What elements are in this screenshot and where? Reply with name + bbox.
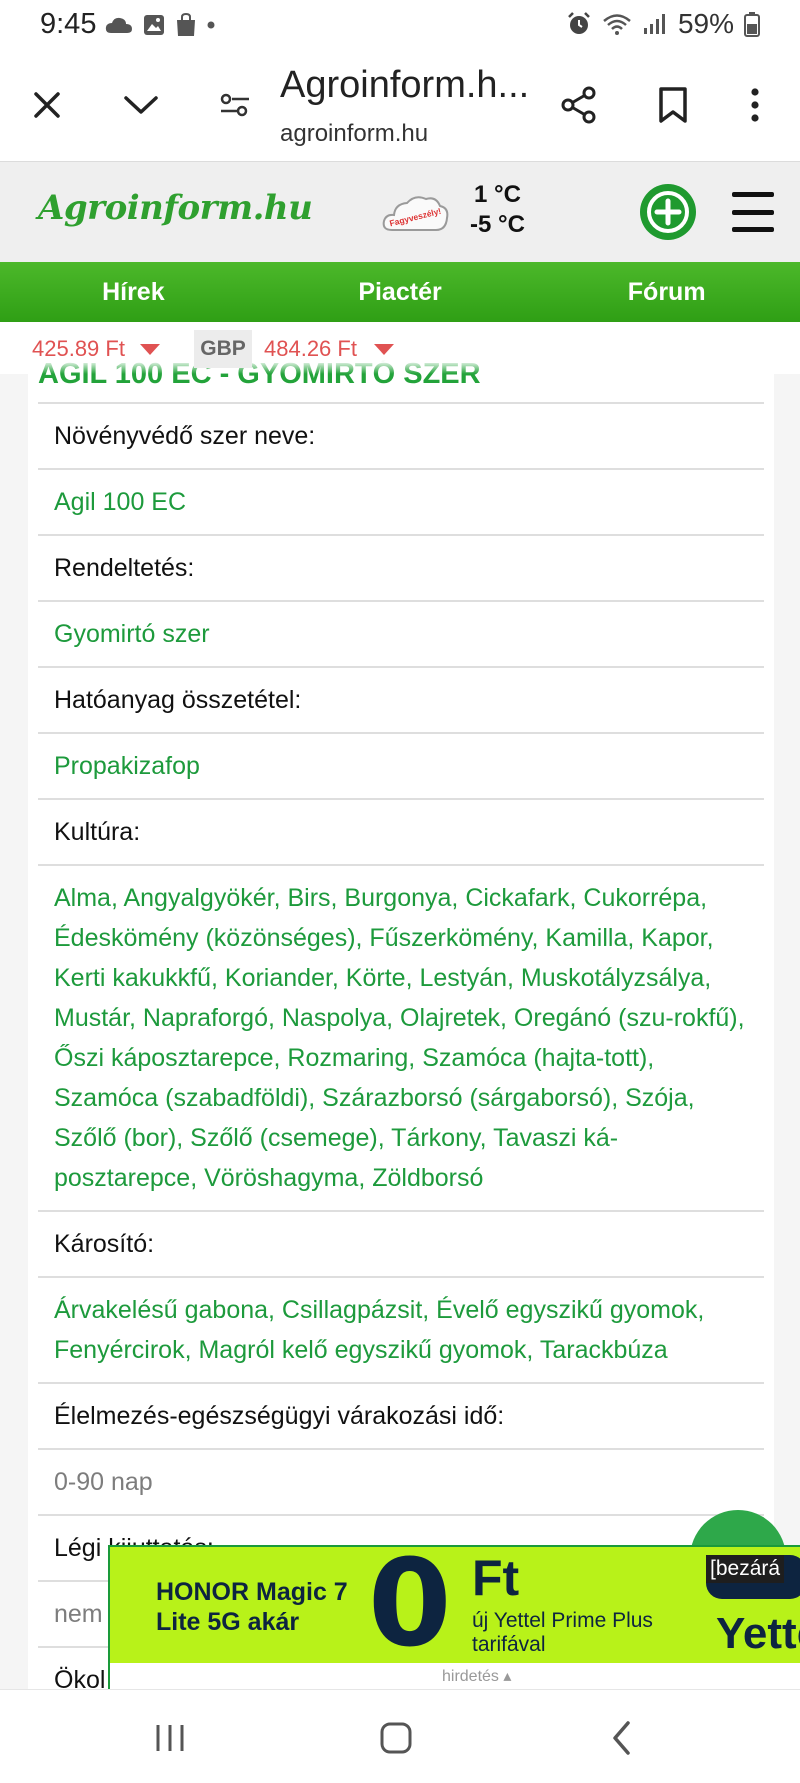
site-settings-icon[interactable] [210, 80, 260, 130]
chevron-down-icon[interactable] [116, 80, 166, 130]
main-nav: Hírek Piactér Fórum [0, 262, 800, 322]
row-label-pest: Károsító: [38, 1212, 764, 1278]
row-value-name[interactable]: Agil 100 EC [38, 470, 764, 536]
status-icons-right: 59% [566, 8, 760, 40]
row-label-purpose: Rendeltetés: [38, 536, 764, 602]
site-header: Agroinform.hu Fagyveszély! 1 °C -5 °C [0, 162, 800, 262]
ad-offer-text: új Yettel Prime Plus tarifával [472, 1609, 653, 1656]
home-icon[interactable] [366, 1716, 426, 1760]
battery-percent: 59% [677, 8, 734, 39]
caret-down-icon [140, 344, 160, 355]
page-title[interactable]: Agroinform.h... [280, 64, 529, 107]
back-icon[interactable] [592, 1716, 652, 1760]
row-label-waiting-time: Élelmezés-egészségügyi várakozási idő: [38, 1384, 764, 1450]
nav-item-hirek[interactable]: Hírek [0, 262, 267, 322]
browser-toolbar: Agroinform.h... agroinform.hu [0, 50, 800, 162]
row-label-active-ingredient: Hatóanyag összetétel: [38, 668, 764, 734]
system-navigation-bar [0, 1689, 800, 1783]
share-icon[interactable] [554, 80, 604, 130]
row-value-culture[interactable]: Alma, Angyalgyökér, Birs, Burgonya, Cick… [38, 866, 764, 1212]
gallery-icon [144, 15, 164, 35]
more-vert-icon[interactable] [730, 80, 780, 130]
hamburger-menu-icon[interactable] [732, 192, 774, 232]
row-value-pest[interactable]: Árvakelésű gabona, Csillagpázsit, Évelő … [38, 1278, 764, 1384]
recents-icon[interactable] [140, 1716, 200, 1760]
row-value-purpose[interactable]: Gyomirtó szer [38, 602, 764, 668]
add-button[interactable] [640, 184, 696, 240]
nav-item-piacter[interactable]: Piactér [267, 262, 534, 322]
ad-banner[interactable]: HONOR Magic 7 Lite 5G akár 0 Ft új Yette… [108, 1545, 800, 1663]
site-logo[interactable]: Agroinform.hu [38, 188, 313, 228]
temp-min: -5 °C [470, 211, 525, 238]
ad-close-button[interactable]: [bezárá [706, 1555, 785, 1583]
row-label-name: Növényvédő szer neve: [38, 404, 764, 470]
status-time: 9:45 [40, 8, 97, 40]
row-value-waiting-time: 0-90 nap [38, 1450, 764, 1516]
ad-big-number: 0 [368, 1545, 452, 1663]
temp-max: 1 °C [473, 181, 521, 208]
ad-label: hirdetés ▴ [442, 1668, 512, 1685]
ad-currency: Ft [472, 1550, 520, 1606]
battery-icon [744, 12, 760, 37]
url-text[interactable]: agroinform.hu [280, 120, 428, 148]
exchange-rate-1: 425.89 Ft [32, 336, 125, 361]
ad-brand-logo: Yette [716, 1609, 800, 1658]
temperature-block: 1 °C -5 °C [470, 180, 525, 240]
status-bar: 9:45 59% [0, 0, 800, 50]
exchange-rate-gbp: 484.26 Ft [264, 336, 357, 361]
shopping-bag-icon [177, 12, 195, 36]
caret-down-icon [374, 344, 394, 355]
nav-item-forum[interactable]: Fórum [533, 262, 800, 322]
row-value-active-ingredient[interactable]: Propakizafop [38, 734, 764, 800]
bookmark-icon[interactable] [648, 80, 698, 130]
currency-code-gbp: GBP [194, 330, 252, 368]
signal-icon [643, 14, 665, 34]
plus-circle-icon [647, 191, 689, 233]
cloud-icon [105, 17, 132, 33]
status-icons-left [104, 12, 216, 38]
row-label-culture: Kultúra: [38, 800, 764, 866]
alarm-icon [568, 12, 590, 34]
ad-product-text: HONOR Magic 7 Lite 5G akár [156, 1578, 348, 1636]
currency-ticker: 425.89 Ft GBP 484.26 Ft [0, 322, 800, 374]
dot-icon [207, 21, 215, 29]
wifi-icon [603, 14, 631, 35]
weather-cloud-icon: Fagyveszély! [382, 196, 449, 231]
close-icon[interactable] [22, 80, 72, 130]
